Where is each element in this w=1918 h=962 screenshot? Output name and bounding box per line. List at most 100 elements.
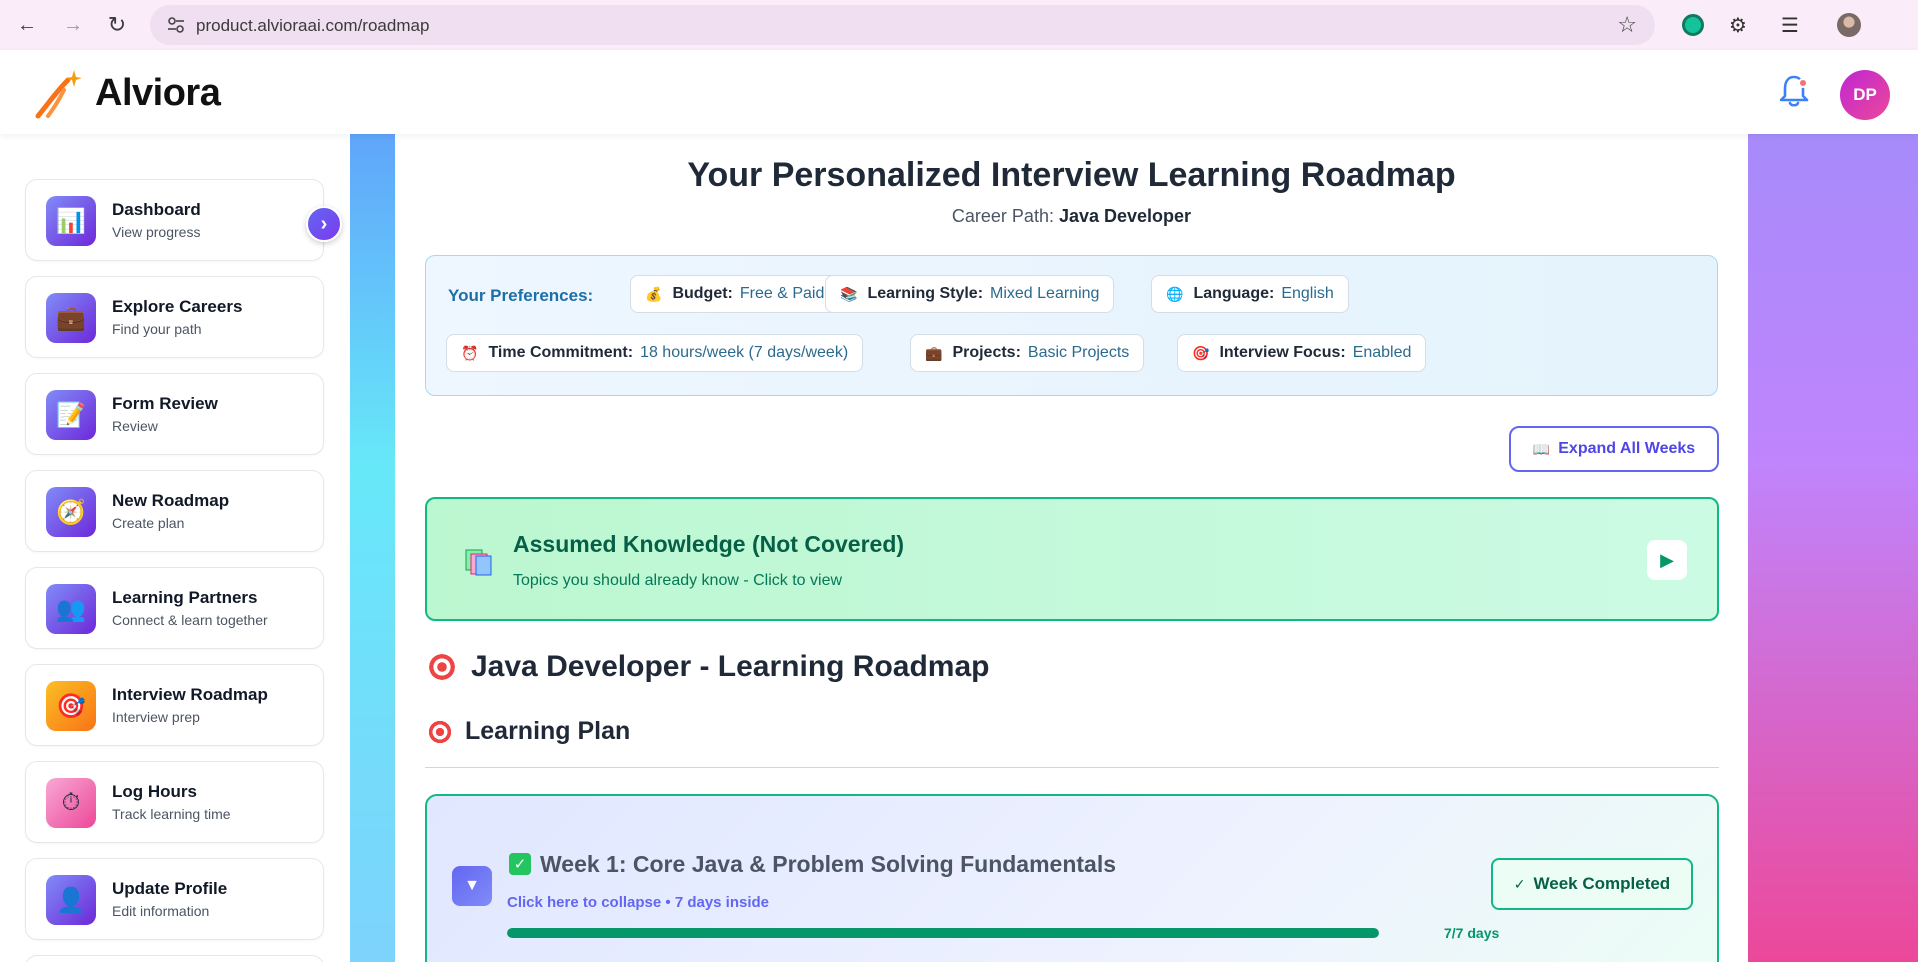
sidebar-item-label: Update Profile bbox=[112, 879, 228, 898]
week-progress-label: 7/7 days bbox=[1444, 925, 1500, 941]
preference-projects: 💼 Projects: Basic Projects bbox=[910, 334, 1145, 372]
preferences-panel: Your Preferences: 💰 Budget: Free & Paid … bbox=[425, 255, 1718, 396]
sidebar-item-dashboard[interactable]: 📊 Dashboard View progress bbox=[25, 179, 324, 261]
target-icon: 🎯 bbox=[46, 681, 96, 731]
alviora-logo-icon[interactable] bbox=[34, 68, 82, 120]
roadmap-title: Java Developer - Learning Roadmap bbox=[427, 650, 990, 684]
compass-icon: 🧭 bbox=[46, 487, 96, 537]
sidebar-item-label: Learning Partners bbox=[112, 588, 258, 607]
assumed-knowledge-subtitle: Topics you should already know - Click t… bbox=[513, 572, 843, 589]
briefcase-icon: 💼 bbox=[925, 344, 943, 361]
roadmap-title-text: Java Developer - Learning Roadmap bbox=[471, 650, 990, 683]
brand-name[interactable]: Alviora bbox=[95, 72, 221, 115]
sidebar-item-partial[interactable] bbox=[25, 955, 324, 962]
user-icon: 👤 bbox=[46, 875, 96, 925]
preference-key: Language: bbox=[1193, 285, 1275, 302]
sidebar-item-learning-partners[interactable]: 👥 Learning Partners Connect & learn toge… bbox=[25, 567, 324, 649]
right-gradient-panel bbox=[1748, 134, 1918, 962]
preference-key: Learning Style: bbox=[867, 285, 984, 302]
checkmark-icon: ✓ bbox=[509, 853, 531, 875]
sidebar-item-new-roadmap[interactable]: 🧭 New Roadmap Create plan bbox=[25, 470, 324, 552]
preference-value: Basic Projects bbox=[1027, 344, 1130, 361]
forward-arrow-icon[interactable]: → bbox=[60, 12, 86, 38]
assumed-knowledge-title: Assumed Knowledge (Not Covered) bbox=[513, 531, 905, 557]
preference-value: Enabled bbox=[1352, 344, 1412, 361]
money-bag-icon: 💰 bbox=[645, 285, 663, 302]
play-icon[interactable]: ▶ bbox=[1647, 540, 1687, 580]
sidebar-collapse-chevron-icon[interactable]: › bbox=[306, 206, 342, 242]
sidebar-item-sublabel: View progress bbox=[112, 224, 201, 240]
preference-key: Time Commitment: bbox=[488, 344, 634, 361]
week-subtitle[interactable]: Click here to collapse • 7 days inside bbox=[507, 894, 769, 911]
alarm-clock-icon: ⏰ bbox=[461, 344, 479, 361]
career-path: Career Path: Java Developer bbox=[395, 206, 1748, 227]
sidebar-item-sublabel: Edit information bbox=[112, 903, 210, 919]
sidebar-item-label: Dashboard bbox=[112, 200, 201, 219]
assumed-knowledge-card[interactable]: Assumed Knowledge (Not Covered) Topics y… bbox=[425, 497, 1719, 621]
sidebar-item-label: New Roadmap bbox=[112, 491, 230, 510]
career-path-value: Java Developer bbox=[1058, 206, 1192, 226]
week-completed-label: Week Completed bbox=[1533, 874, 1671, 893]
preference-language: 🌐 Language: English bbox=[1151, 275, 1349, 313]
expand-all-weeks-button[interactable]: 📖 Expand All Weeks bbox=[1509, 426, 1719, 472]
sidebar-item-label: Form Review bbox=[112, 394, 218, 413]
user-avatar[interactable]: DP bbox=[1840, 70, 1890, 120]
week-card[interactable]: ▼ ✓ Week 1: Core Java & Problem Solving … bbox=[425, 794, 1719, 962]
week-completed-button[interactable]: ✓ Week Completed bbox=[1491, 858, 1693, 910]
browser-profile-avatar[interactable] bbox=[1834, 10, 1864, 40]
preference-value: Mixed Learning bbox=[990, 285, 1100, 302]
sidebar: 📊 Dashboard View progress 💼 Explore Care… bbox=[0, 134, 350, 962]
learning-plan-heading: Learning Plan bbox=[427, 717, 630, 746]
grammarly-extension-icon[interactable] bbox=[1678, 10, 1708, 40]
week-progress-bar bbox=[507, 928, 1379, 938]
preference-budget: 💰 Budget: Free & Paid bbox=[630, 275, 840, 313]
bar-chart-icon: 📊 bbox=[46, 196, 96, 246]
target-icon: 🎯 bbox=[1192, 344, 1210, 361]
preference-time-commitment: ⏰ Time Commitment: 18 hours/week (7 days… bbox=[446, 334, 864, 372]
stopwatch-icon: ⏱ bbox=[46, 778, 96, 828]
people-icon: 👥 bbox=[46, 584, 96, 634]
sidebar-item-sublabel: Track learning time bbox=[112, 806, 231, 822]
address-bar[interactable]: product.alvioraai.com/roadmap ☆ bbox=[150, 5, 1655, 45]
notification-dot bbox=[1798, 78, 1808, 88]
career-path-label: Career Path: bbox=[951, 206, 1054, 226]
target-icon bbox=[427, 718, 453, 745]
preference-value: English bbox=[1281, 285, 1334, 302]
target-icon bbox=[427, 652, 457, 682]
briefcase-icon: 💼 bbox=[46, 293, 96, 343]
sidebar-item-explore-careers[interactable]: 💼 Explore Careers Find your path bbox=[25, 276, 324, 358]
week-progress-fill bbox=[507, 928, 1379, 938]
books-icon: 📚 bbox=[840, 285, 858, 302]
preference-interview-focus: 🎯 Interview Focus: Enabled bbox=[1177, 334, 1427, 372]
sidebar-item-sublabel: Review bbox=[112, 418, 158, 434]
media-control-icon[interactable]: ☰ bbox=[1775, 10, 1805, 40]
sidebar-item-sublabel: Interview prep bbox=[112, 709, 200, 725]
extensions-puzzle-icon[interactable]: ⚙ bbox=[1723, 10, 1753, 40]
page-title: Your Personalized Interview Learning Roa… bbox=[687, 156, 1456, 194]
back-arrow-icon[interactable]: ← bbox=[14, 12, 40, 38]
left-gradient-panel bbox=[350, 134, 395, 962]
week-title: Week 1: Core Java & Problem Solving Fund… bbox=[540, 851, 1117, 877]
preference-value: 18 hours/week (7 days/week) bbox=[640, 344, 849, 361]
preferences-label: Your Preferences: bbox=[448, 286, 594, 305]
learning-plan-text: Learning Plan bbox=[465, 717, 631, 745]
bookmark-star-icon[interactable]: ☆ bbox=[1617, 12, 1637, 38]
main-content: Your Personalized Interview Learning Roa… bbox=[395, 134, 1748, 962]
expand-all-label: Expand All Weeks bbox=[1558, 440, 1696, 457]
sidebar-item-sublabel: Create plan bbox=[112, 515, 185, 531]
sidebar-item-form-review[interactable]: 📝 Form Review Review bbox=[25, 373, 324, 455]
open-book-icon: 📖 bbox=[1532, 440, 1551, 457]
sidebar-item-sublabel: Connect & learn together bbox=[112, 612, 268, 628]
globe-icon: 🌐 bbox=[1166, 285, 1184, 302]
sidebar-item-interview-roadmap[interactable]: 🎯 Interview Roadmap Interview prep bbox=[25, 664, 324, 746]
preference-value: Free & Paid bbox=[739, 285, 825, 302]
app-header: Alviora DP bbox=[0, 50, 1918, 134]
site-settings-icon[interactable] bbox=[166, 15, 186, 35]
preference-key: Budget: bbox=[672, 285, 733, 302]
sidebar-item-update-profile[interactable]: 👤 Update Profile Edit information bbox=[25, 858, 324, 940]
collapse-triangle-icon[interactable]: ▼ bbox=[452, 866, 492, 906]
reload-icon[interactable]: ↻ bbox=[104, 12, 130, 38]
preference-learning-style: 📚 Learning Style: Mixed Learning bbox=[825, 275, 1115, 313]
url-text[interactable]: product.alvioraai.com/roadmap bbox=[196, 16, 429, 36]
sidebar-item-log-hours[interactable]: ⏱ Log Hours Track learning time bbox=[25, 761, 324, 843]
